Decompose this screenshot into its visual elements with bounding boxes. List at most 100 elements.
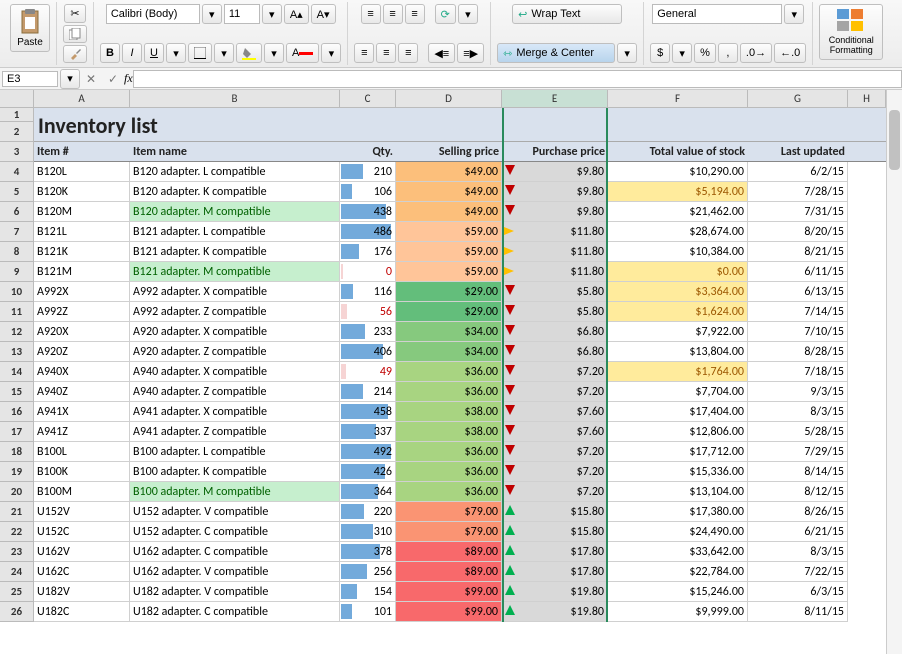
align-bottom-button[interactable]: ≡ (405, 4, 425, 24)
row-header-3[interactable]: 3 (0, 142, 34, 162)
row-header-7[interactable]: 7 (0, 222, 34, 242)
font-name-select[interactable] (106, 4, 200, 24)
cells-area[interactable]: Inventory listItem #Item nameQty.Selling… (34, 108, 886, 622)
column-header-H[interactable]: H (848, 90, 886, 107)
row-header-10[interactable]: 10 (0, 282, 34, 302)
table-row[interactable]: U182VU182 adapter. V compatible154$99.00… (34, 582, 886, 602)
underline-button[interactable]: U (144, 43, 164, 63)
orientation-dropdown[interactable]: ▾ (458, 4, 478, 24)
row-header-21[interactable]: 21 (0, 502, 34, 522)
table-row[interactable]: B100MB100 adapter. M compatible364$36.00… (34, 482, 886, 502)
table-row[interactable]: B120MB120 adapter. M compatible438$49.00… (34, 202, 886, 222)
name-box[interactable] (2, 71, 58, 87)
copy-button[interactable] (63, 25, 87, 43)
table-row[interactable]: U182CU182 adapter. C compatible101$99.00… (34, 602, 886, 622)
align-top-button[interactable]: ≡ (361, 4, 381, 24)
name-box-dropdown[interactable]: ▾ (60, 69, 80, 89)
table-row[interactable]: U162CU162 adapter. V compatible256$89.00… (34, 562, 886, 582)
row-header-24[interactable]: 24 (0, 562, 34, 582)
font-color-dropdown[interactable]: ▾ (321, 43, 341, 63)
row-header-12[interactable]: 12 (0, 322, 34, 342)
italic-button[interactable]: I (122, 43, 142, 63)
table-header[interactable]: Selling price (396, 142, 502, 162)
accept-formula-button[interactable]: ✓ (102, 69, 124, 89)
table-header[interactable]: Qty. (340, 142, 396, 162)
font-size-select[interactable] (224, 4, 260, 24)
spreadsheet-grid[interactable]: ABCDEFGH 1234567891011121314151617181920… (0, 90, 902, 654)
table-row[interactable]: A920XA920 adapter. X compatible233$34.00… (34, 322, 886, 342)
table-header[interactable]: Purchase price (502, 142, 608, 162)
column-header-A[interactable]: A (34, 90, 130, 107)
cut-button[interactable]: ✂ (64, 4, 85, 23)
align-right-button[interactable]: ≡ (398, 43, 418, 63)
border-dropdown[interactable]: ▾ (214, 43, 234, 63)
select-all-corner[interactable] (0, 90, 34, 108)
merge-center-button[interactable]: ⇿Merge & Center (497, 43, 615, 63)
comma-button[interactable]: , (718, 43, 738, 63)
merge-dropdown[interactable]: ▾ (617, 43, 637, 63)
underline-dropdown[interactable]: ▾ (166, 43, 186, 63)
row-header-4[interactable]: 4 (0, 162, 34, 182)
column-header-C[interactable]: C (340, 90, 396, 107)
increase-decimal-button[interactable]: .0→ (740, 43, 772, 63)
table-row[interactable]: B120LB120 adapter. L compatible210$49.00… (34, 162, 886, 182)
row-header-1[interactable]: 1 (0, 108, 34, 122)
row-header-22[interactable]: 22 (0, 522, 34, 542)
row-header-11[interactable]: 11 (0, 302, 34, 322)
row-header-2[interactable]: 2 (0, 122, 34, 142)
font-color-button[interactable]: A (286, 43, 319, 63)
row-header-14[interactable]: 14 (0, 362, 34, 382)
format-painter-button[interactable] (63, 45, 87, 63)
row-header-19[interactable]: 19 (0, 462, 34, 482)
currency-dropdown[interactable]: ▾ (672, 43, 692, 63)
column-header-B[interactable]: B (130, 90, 340, 107)
decrease-indent-button[interactable]: ◀≡ (428, 43, 455, 63)
currency-button[interactable]: $ (650, 43, 670, 63)
table-row[interactable]: B121LB121 adapter. L compatible486$59.00… (34, 222, 886, 242)
percent-button[interactable]: % (694, 43, 716, 63)
align-left-button[interactable]: ≡ (354, 43, 374, 63)
table-header[interactable]: Item name (130, 142, 340, 162)
number-format-select[interactable] (652, 4, 782, 24)
font-name-dropdown[interactable]: ▾ (202, 4, 222, 24)
bold-button[interactable]: B (100, 43, 120, 63)
table-header[interactable]: Item # (34, 142, 130, 162)
decrease-font-button[interactable]: A▾ (311, 4, 336, 24)
row-header-9[interactable]: 9 (0, 262, 34, 282)
table-row[interactable]: A940XA940 adapter. X compatible49$36.00$… (34, 362, 886, 382)
fill-color-dropdown[interactable]: ▾ (264, 43, 284, 63)
column-header-D[interactable]: D (396, 90, 502, 107)
row-header-17[interactable]: 17 (0, 422, 34, 442)
table-row[interactable]: B121MB121 adapter. M compatible0$59.00$1… (34, 262, 886, 282)
row-header-20[interactable]: 20 (0, 482, 34, 502)
decrease-decimal-button[interactable]: ←.0 (774, 43, 806, 63)
row-header-25[interactable]: 25 (0, 582, 34, 602)
paste-button[interactable]: Paste (10, 4, 50, 52)
row-header-26[interactable]: 26 (0, 602, 34, 622)
font-size-dropdown[interactable]: ▾ (262, 4, 282, 24)
scroll-thumb[interactable] (889, 110, 900, 170)
table-row[interactable]: A920ZA920 adapter. Z compatible406$34.00… (34, 342, 886, 362)
table-row[interactable]: U152CU152 adapter. C compatible310$79.00… (34, 522, 886, 542)
increase-font-button[interactable]: A▴ (284, 4, 309, 24)
table-row[interactable]: B121KB121 adapter. K compatible176$59.00… (34, 242, 886, 262)
table-header[interactable]: Total value of stock (608, 142, 748, 162)
table-row[interactable]: B120KB120 adapter. K compatible106$49.00… (34, 182, 886, 202)
column-header-G[interactable]: G (748, 90, 848, 107)
row-header-6[interactable]: 6 (0, 202, 34, 222)
table-row[interactable]: B100LB100 adapter. L compatible492$36.00… (34, 442, 886, 462)
table-row[interactable]: A992ZA992 adapter. Z compatible56$29.00$… (34, 302, 886, 322)
formula-input[interactable] (133, 70, 902, 88)
table-row[interactable]: A941XA941 adapter. X compatible458$38.00… (34, 402, 886, 422)
orientation-button[interactable]: ⟳ (435, 4, 456, 24)
fill-color-button[interactable] (236, 43, 262, 63)
table-row[interactable]: A992XA992 adapter. X compatible116$29.00… (34, 282, 886, 302)
table-row[interactable]: B100KB100 adapter. K compatible426$36.00… (34, 462, 886, 482)
border-button[interactable] (188, 43, 212, 63)
align-center-button[interactable]: ≡ (376, 43, 396, 63)
increase-indent-button[interactable]: ≡▶ (457, 43, 484, 63)
table-row[interactable]: U162VU162 adapter. C compatible378$89.00… (34, 542, 886, 562)
cancel-formula-button[interactable]: ✕ (80, 69, 102, 89)
align-middle-button[interactable]: ≡ (383, 4, 403, 24)
table-header[interactable]: Last updated (748, 142, 848, 162)
